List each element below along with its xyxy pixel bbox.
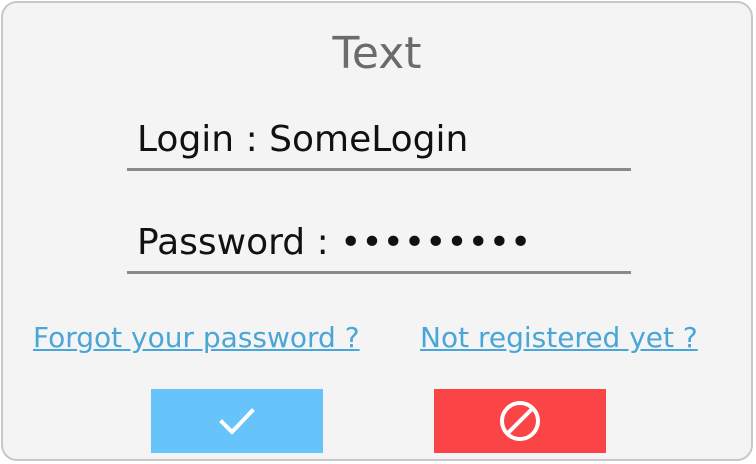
forgot-password-link[interactable]: Forgot your password ? [33, 321, 360, 355]
cancel-button[interactable] [434, 389, 606, 453]
confirm-button[interactable] [151, 389, 323, 453]
password-field[interactable]: Password : ••••••••• [127, 219, 631, 274]
password-field-text: Password : ••••••••• [137, 222, 532, 263]
dialog-title: Text [332, 28, 422, 79]
login-dialog: Text Login : SomeLogin Password : ••••••… [1, 1, 753, 461]
login-field[interactable]: Login : SomeLogin [127, 116, 631, 171]
login-field-text: Login : SomeLogin [137, 119, 469, 160]
no-entry-icon [500, 401, 540, 441]
checkmark-icon [219, 408, 255, 435]
not-registered-link[interactable]: Not registered yet ? [420, 321, 698, 355]
